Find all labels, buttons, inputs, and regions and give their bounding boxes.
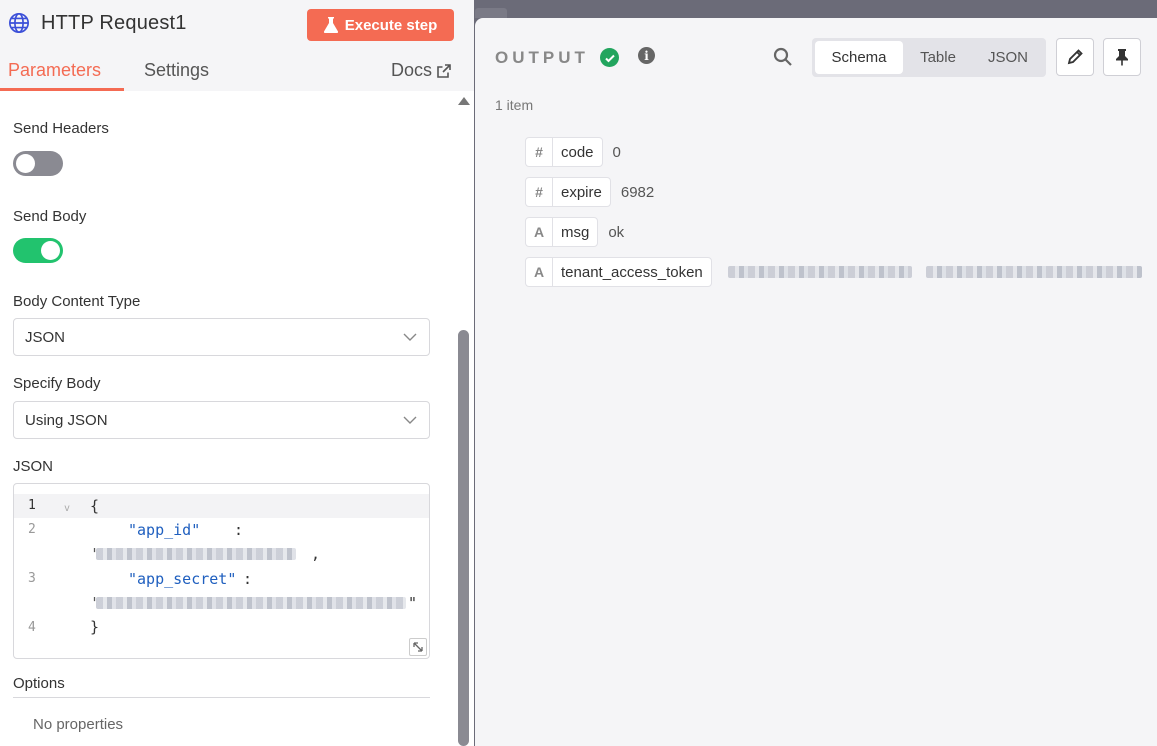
node-title: HTTP Request1 bbox=[41, 12, 187, 34]
field-pill[interactable]: A tenant_access_token bbox=[525, 257, 712, 287]
body-content-type-value: JSON bbox=[25, 328, 66, 346]
docs-link[interactable]: Docs bbox=[391, 60, 451, 81]
field-value: ok bbox=[608, 223, 625, 241]
field-value: 6982 bbox=[620, 183, 655, 201]
view-json-button[interactable]: JSON bbox=[973, 41, 1043, 74]
line-number: 4 bbox=[28, 620, 36, 635]
pin-icon bbox=[1116, 49, 1128, 66]
send-headers-label: Send Headers bbox=[13, 120, 109, 137]
active-line-highlight bbox=[14, 494, 429, 518]
redacted-token-part-1 bbox=[727, 266, 912, 278]
view-schema-button[interactable]: Schema bbox=[815, 41, 903, 74]
no-properties-text: No properties bbox=[33, 716, 124, 733]
field-name: code bbox=[561, 143, 594, 161]
expand-editor-button[interactable] bbox=[409, 638, 427, 656]
pencil-icon bbox=[1067, 49, 1083, 65]
active-tab-indicator bbox=[0, 88, 124, 91]
body-content-type-select[interactable]: JSON bbox=[13, 318, 430, 356]
redacted-token-part-2 bbox=[925, 266, 1142, 278]
body-content-type-label: Body Content Type bbox=[13, 293, 141, 310]
scroll-up-arrow[interactable] bbox=[458, 97, 470, 105]
send-body-toggle[interactable] bbox=[13, 238, 63, 263]
globe-icon bbox=[9, 13, 29, 33]
code-colon: : bbox=[234, 521, 244, 539]
string-type-icon: A bbox=[526, 257, 553, 287]
send-body-label: Send Body bbox=[13, 208, 87, 225]
code-close-brace: } bbox=[90, 618, 100, 636]
search-icon[interactable] bbox=[773, 47, 793, 67]
chevron-down-icon bbox=[403, 416, 417, 424]
edit-output-button[interactable] bbox=[1056, 38, 1094, 76]
specify-body-value: Using JSON bbox=[25, 411, 108, 429]
field-name: tenant_access_token bbox=[561, 263, 703, 281]
view-switcher: Schema Table JSON bbox=[812, 38, 1046, 77]
fold-chevron-icon[interactable]: v bbox=[64, 503, 70, 514]
field-name: expire bbox=[561, 183, 602, 201]
line-number: 1 bbox=[28, 498, 36, 513]
field-pill[interactable]: # expire bbox=[525, 177, 611, 207]
toggle-knob bbox=[41, 241, 60, 260]
code-comma: , bbox=[311, 545, 321, 563]
schema-row: # expire 6982 bbox=[525, 177, 654, 207]
schema-row: A msg ok bbox=[525, 217, 624, 247]
code-quote-close: " bbox=[408, 594, 418, 612]
code-open-brace: { bbox=[90, 497, 100, 515]
field-value: 0 bbox=[612, 143, 621, 161]
redacted-app-secret bbox=[96, 597, 406, 609]
expand-icon bbox=[413, 642, 423, 652]
pin-data-button[interactable] bbox=[1103, 38, 1141, 76]
specify-body-label: Specify Body bbox=[13, 375, 101, 392]
tab-parameters[interactable]: Parameters bbox=[8, 60, 101, 81]
field-pill[interactable]: # code bbox=[525, 137, 603, 167]
json-code-editor[interactable]: 1 v { 2 "app_id" : ' , 3 "app_secret" : … bbox=[13, 483, 430, 659]
options-divider bbox=[13, 697, 430, 698]
output-panel: OUTPUT i Schema Table JSON 1 item # code… bbox=[475, 18, 1157, 746]
schema-row: A tenant_access_token bbox=[525, 257, 1142, 287]
item-count: 1 item bbox=[495, 97, 534, 113]
string-type-icon: A bbox=[526, 217, 553, 247]
options-label: Options bbox=[13, 675, 65, 692]
tab-settings[interactable]: Settings bbox=[144, 60, 209, 81]
line-number: 2 bbox=[28, 522, 36, 537]
schema-row: # code 0 bbox=[525, 137, 621, 167]
flask-icon bbox=[323, 17, 338, 33]
parameters-panel: HTTP Request1 Execute step Parameters Se… bbox=[0, 0, 474, 746]
canvas-handle bbox=[475, 8, 507, 18]
number-type-icon: # bbox=[526, 177, 553, 207]
scrollbar-thumb[interactable] bbox=[458, 330, 469, 746]
execute-step-button[interactable]: Execute step bbox=[307, 9, 454, 41]
send-headers-toggle[interactable] bbox=[13, 151, 63, 176]
execute-step-label: Execute step bbox=[344, 16, 438, 34]
docs-label: Docs bbox=[391, 60, 433, 80]
redacted-app-id bbox=[96, 548, 296, 560]
external-link-icon bbox=[437, 63, 451, 78]
field-name: msg bbox=[561, 223, 590, 241]
json-label: JSON bbox=[13, 458, 54, 475]
number-type-icon: # bbox=[526, 137, 553, 167]
output-title: OUTPUT bbox=[495, 48, 589, 67]
line-number: 3 bbox=[28, 571, 36, 586]
chevron-down-icon bbox=[403, 333, 417, 341]
field-pill[interactable]: A msg bbox=[525, 217, 599, 247]
success-check-icon bbox=[600, 48, 619, 67]
code-key-app-secret: "app_secret" bbox=[128, 570, 237, 588]
toggle-knob bbox=[16, 154, 35, 173]
node-header: HTTP Request1 Execute step Parameters Se… bbox=[0, 0, 474, 91]
code-key-app-id: "app_id" bbox=[128, 521, 201, 539]
specify-body-select[interactable]: Using JSON bbox=[13, 401, 430, 439]
view-table-button[interactable]: Table bbox=[903, 41, 973, 74]
code-colon: : bbox=[243, 570, 253, 588]
info-icon[interactable]: i bbox=[638, 47, 655, 64]
